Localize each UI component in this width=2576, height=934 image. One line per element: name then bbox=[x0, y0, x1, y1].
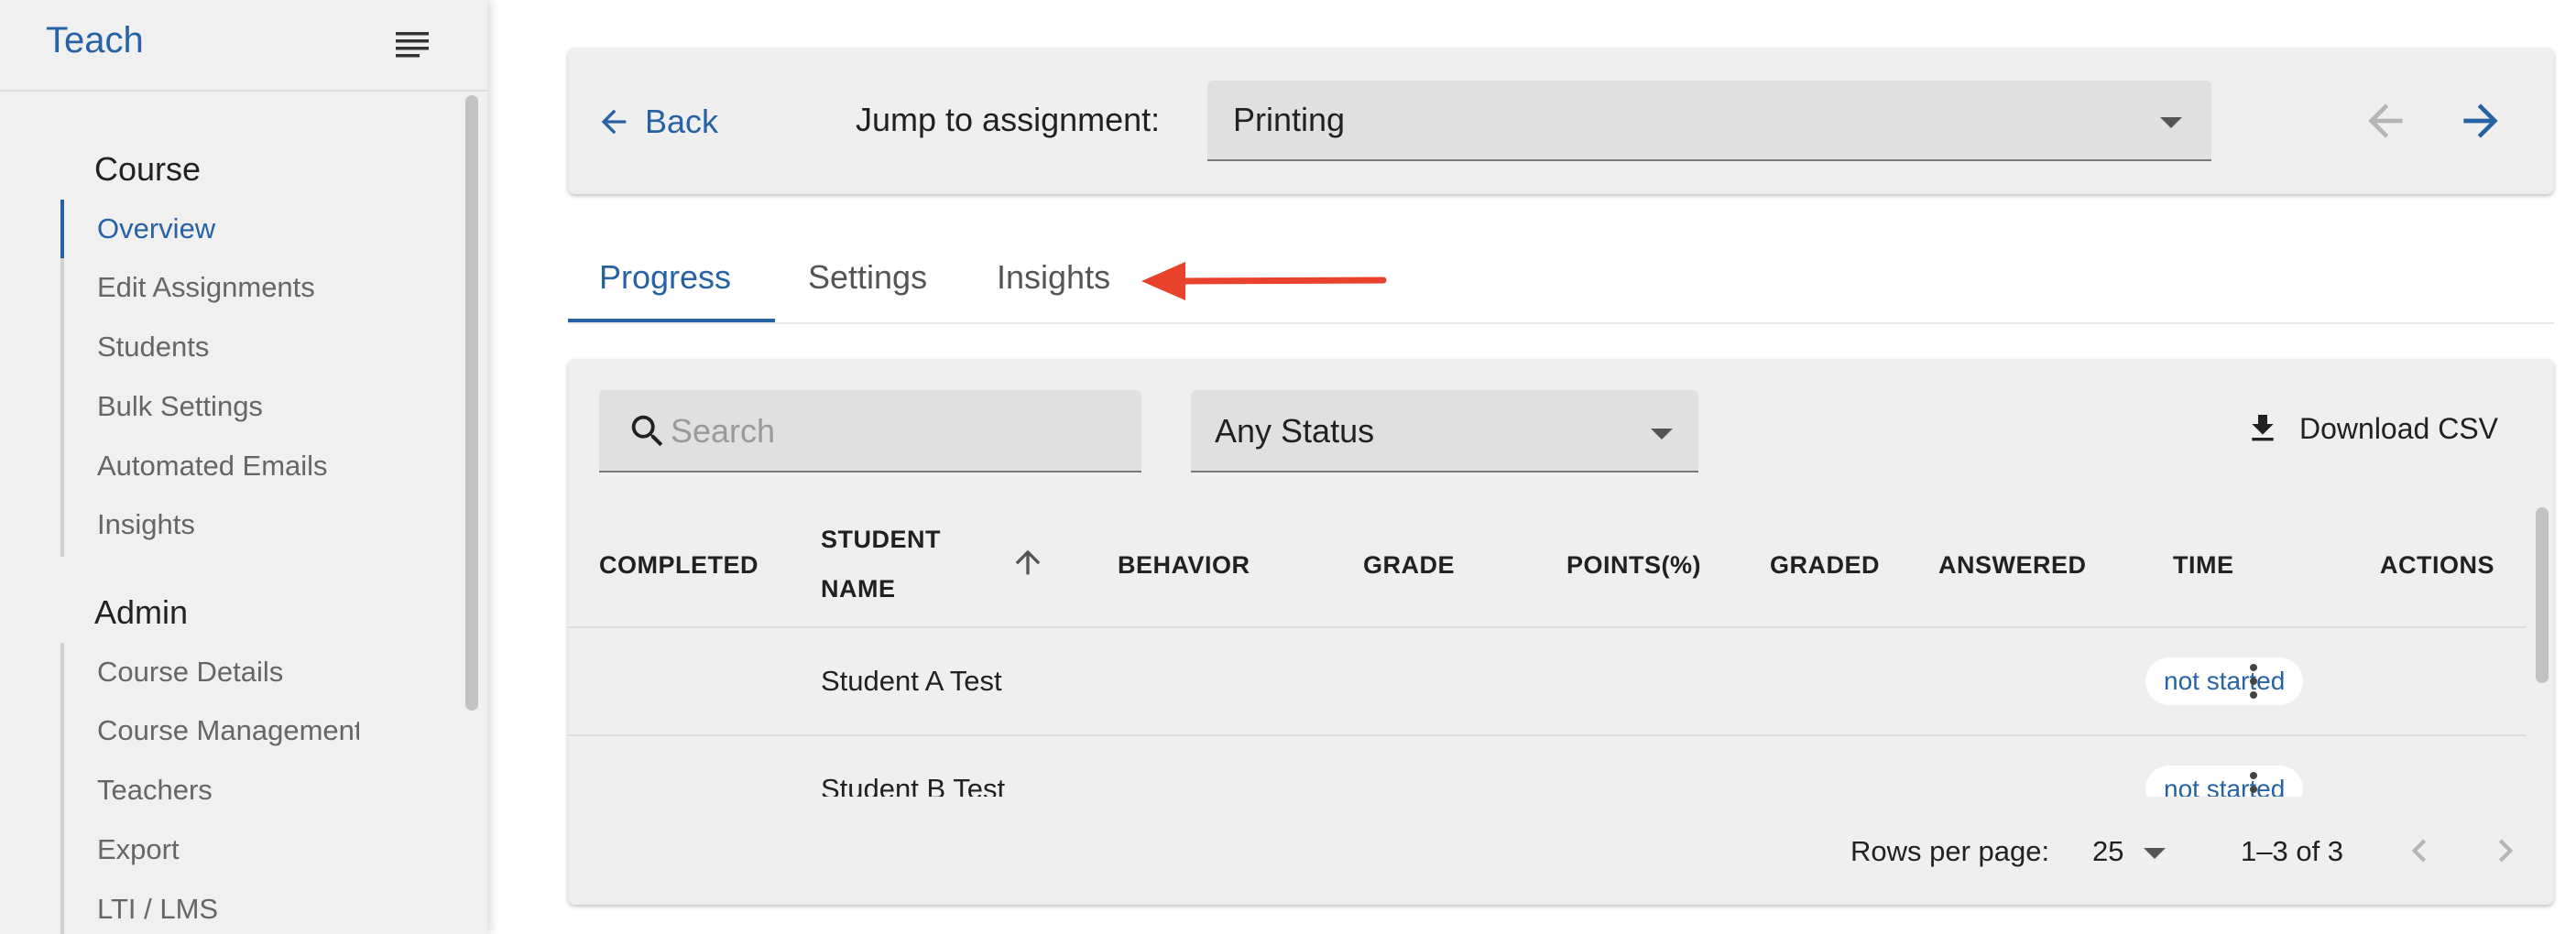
sidebar-group-course: Overview Edit Assignments Students Bulk … bbox=[60, 200, 427, 557]
column-header-student-line2[interactable]: NAME bbox=[821, 575, 896, 603]
status-filter-value: Any Status bbox=[1215, 412, 1375, 450]
search-icon bbox=[631, 415, 663, 447]
next-assignment-icon[interactable] bbox=[2455, 95, 2506, 147]
column-header-completed[interactable]: COMPLETED bbox=[599, 551, 759, 580]
pagination-range: 1–3 of 3 bbox=[2241, 835, 2344, 867]
chevron-down-icon bbox=[1651, 429, 1673, 440]
previous-assignment-icon[interactable] bbox=[2360, 95, 2411, 147]
tab-active-indicator bbox=[568, 319, 775, 322]
tab-bar: Progress Settings Insights bbox=[568, 240, 2554, 324]
progress-table-card: Any Status Download CSV COMPLETED STUDEN… bbox=[568, 359, 2554, 905]
chevron-down-icon[interactable] bbox=[2144, 848, 2166, 859]
column-header-graded[interactable]: GRADED bbox=[1770, 551, 1880, 580]
sidebar-section-course: Course bbox=[94, 150, 202, 188]
arrow-left-icon bbox=[601, 109, 627, 135]
assignment-select[interactable]: Printing bbox=[1207, 81, 2211, 161]
sidebar-scrollbar[interactable] bbox=[465, 95, 478, 711]
status-filter-select[interactable]: Any Status bbox=[1191, 390, 1698, 472]
sidebar-item-export[interactable]: Export bbox=[97, 833, 427, 866]
download-csv-label: Download CSV bbox=[2299, 411, 2498, 445]
row-divider bbox=[568, 626, 2527, 628]
sidebar-active-indicator bbox=[60, 200, 64, 258]
brand-title[interactable]: Teach bbox=[46, 20, 144, 61]
chevron-down-icon bbox=[2160, 117, 2182, 128]
menu-icon[interactable] bbox=[394, 27, 431, 64]
assignment-select-value: Printing bbox=[1233, 101, 1346, 138]
column-header-points[interactable]: POINTS(%) bbox=[1566, 551, 1701, 580]
sidebar: Teach Course Overview Edit Assignments S… bbox=[0, 0, 487, 934]
rows-per-page-select[interactable]: 25 bbox=[2092, 835, 2123, 868]
sidebar-item-lti-lms[interactable]: LTI / LMS bbox=[97, 893, 427, 926]
sidebar-item-course-details[interactable]: Course Details bbox=[97, 656, 427, 689]
annotation-arrow-icon bbox=[1141, 262, 1387, 300]
tab-settings[interactable]: Settings bbox=[808, 258, 927, 297]
sidebar-item-insights[interactable]: Insights bbox=[97, 508, 427, 541]
sidebar-item-overview[interactable]: Overview bbox=[97, 212, 427, 245]
download-icon bbox=[2252, 415, 2274, 441]
tab-insights[interactable]: Insights bbox=[997, 258, 1110, 297]
download-csv-button[interactable]: Download CSV bbox=[2244, 403, 2498, 454]
sidebar-item-students[interactable]: Students bbox=[97, 331, 427, 364]
sidebar-header: Teach bbox=[0, 0, 487, 92]
sidebar-item-teachers[interactable]: Teachers bbox=[97, 774, 427, 807]
column-header-actions: ACTIONS bbox=[2380, 551, 2494, 579]
sidebar-item-edit-assignments[interactable]: Edit Assignments bbox=[97, 271, 427, 304]
sort-ascending-icon[interactable] bbox=[1010, 544, 1046, 581]
sidebar-group-admin: Course Details Course Management Teacher… bbox=[60, 643, 427, 934]
row-divider bbox=[568, 734, 2527, 736]
column-header-answered[interactable]: ANSWERED bbox=[1938, 551, 2087, 580]
tab-progress[interactable]: Progress bbox=[599, 258, 731, 297]
more-vertical-icon[interactable] bbox=[2244, 661, 2263, 701]
chevron-left-icon[interactable] bbox=[2396, 828, 2442, 874]
search-field[interactable] bbox=[599, 390, 1141, 472]
back-label: Back bbox=[645, 103, 719, 140]
table-row-student-name: Student A Test bbox=[821, 665, 1002, 697]
column-header-behavior[interactable]: BEHAVIOR bbox=[1118, 551, 1250, 580]
sidebar-section-admin: Admin bbox=[94, 593, 189, 631]
sidebar-item-bulk-settings[interactable]: Bulk Settings bbox=[97, 390, 427, 423]
search-input[interactable] bbox=[671, 407, 1110, 456]
status-badge: not started bbox=[2145, 657, 2304, 705]
sidebar-nav: Course Overview Edit Assignments Student… bbox=[0, 92, 487, 934]
column-header-time[interactable]: TIME bbox=[2173, 551, 2234, 580]
sidebar-item-automated-emails[interactable]: Automated Emails bbox=[97, 450, 427, 483]
jump-to-assignment-label: Jump to assignment: bbox=[856, 101, 1161, 138]
pagination-bar bbox=[568, 797, 2527, 905]
column-header-grade[interactable]: GRADE bbox=[1363, 551, 1455, 580]
assignment-toolbar: Back Jump to assignment: Printing bbox=[568, 48, 2554, 194]
table-scrollbar[interactable] bbox=[2536, 507, 2549, 683]
chevron-right-icon[interactable] bbox=[2483, 828, 2528, 874]
rows-per-page-label: Rows per page: bbox=[1850, 835, 2050, 867]
back-button[interactable]: Back bbox=[595, 99, 718, 145]
column-header-student-line1[interactable]: STUDENT bbox=[821, 526, 941, 554]
sidebar-item-course-management[interactable]: Course Management bbox=[97, 714, 359, 747]
